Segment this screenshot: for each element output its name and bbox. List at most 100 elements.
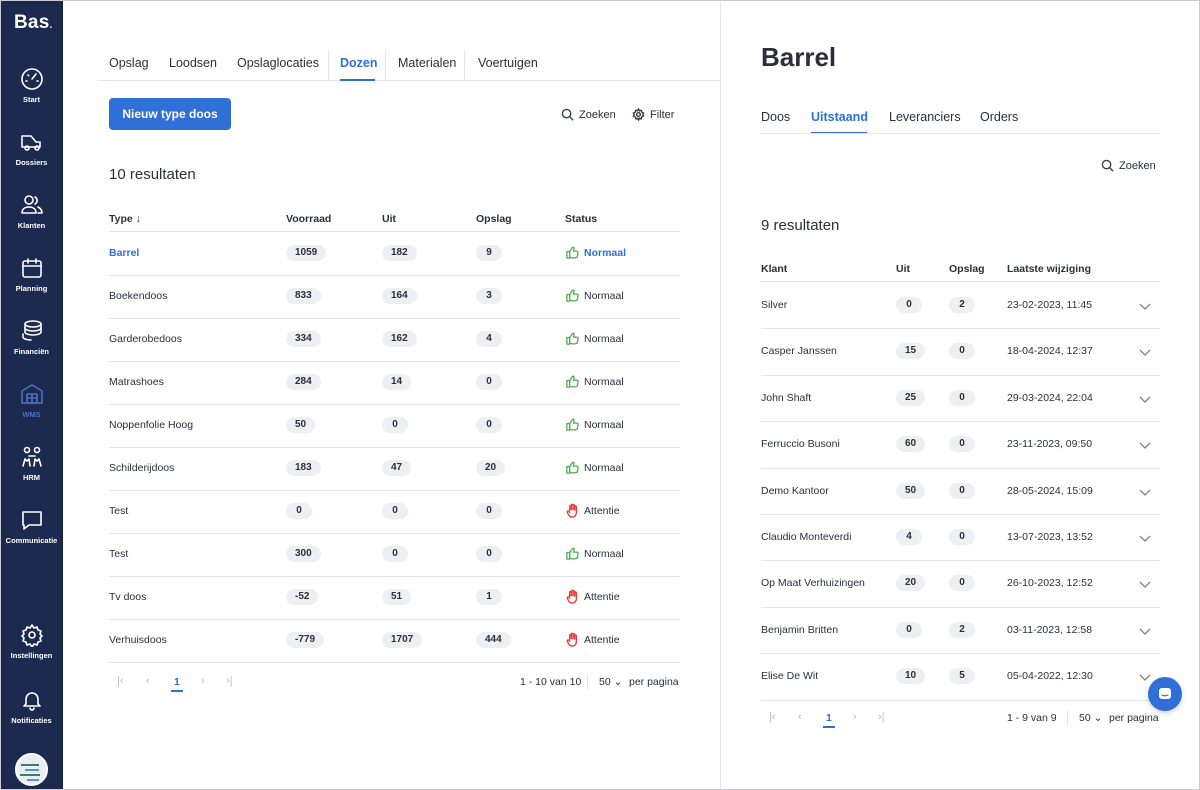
search-label: Zoeken: [579, 108, 616, 121]
type-cell[interactable]: Garderobedoos: [109, 333, 182, 345]
chevron-down-icon[interactable]: [1138, 438, 1152, 452]
sidebar: Bas. Start Dossiers Klanten Planning Fin…: [0, 0, 63, 790]
type-cell[interactable]: Matrashoes: [109, 376, 164, 388]
last-modified-cell: 23-02-2023, 11:45: [1007, 299, 1093, 311]
status-badge: Normaal: [565, 546, 624, 561]
column-header-voorraad[interactable]: Voorraad: [286, 213, 331, 225]
tab-dozen[interactable]: Dozen: [340, 56, 378, 70]
page-number[interactable]: 1: [826, 712, 832, 724]
chat-icon: [1159, 688, 1171, 699]
type-cell[interactable]: Verhuisdoos: [109, 634, 167, 646]
opslag-badge: 0: [476, 417, 502, 433]
sidebar-item-label: Financiën: [13, 347, 49, 356]
opslag-badge: 0: [949, 343, 975, 359]
tab-uitstaand[interactable]: Uitstaand: [811, 110, 868, 124]
chevron-down-icon[interactable]: [1138, 670, 1152, 684]
column-header-type[interactable]: Type ↓: [109, 213, 141, 225]
filter-button[interactable]: Filter: [632, 108, 674, 121]
tab-opslaglocaties[interactable]: Opslaglocaties: [237, 56, 319, 70]
type-cell[interactable]: Boekendoos: [109, 290, 167, 302]
tab-leveranciers[interactable]: Leveranciers: [889, 110, 961, 124]
tabs-divider: [761, 133, 1160, 134]
row-divider: [761, 468, 1160, 469]
panel-divider: [720, 0, 721, 790]
chevron-down-icon[interactable]: [1138, 392, 1152, 406]
tab-divider: [385, 50, 386, 81]
per-page-select[interactable]: 50 ⌄: [599, 676, 622, 688]
column-header-opslag[interactable]: Opslag: [476, 213, 512, 225]
detail-title: Barrel: [761, 42, 837, 72]
prev-page-icon[interactable]: ‹: [146, 675, 150, 687]
type-cell[interactable]: Tv doos: [109, 591, 146, 603]
sort-arrow-icon: ↓: [135, 213, 141, 225]
sidebar-item-label: Notificaties: [11, 716, 52, 725]
voorraad-badge: 334: [286, 331, 321, 347]
type-cell[interactable]: Noppenfolie Hoog: [109, 419, 193, 431]
first-page-icon[interactable]: |‹: [769, 711, 776, 723]
tab-divider: [464, 50, 465, 81]
sidebar-item-planning[interactable]: Planning: [0, 256, 63, 312]
tab-loodsen[interactable]: Loodsen: [169, 56, 217, 70]
sidebar-item-instellingen[interactable]: Instellingen: [0, 623, 63, 679]
chevron-down-icon[interactable]: [1138, 299, 1152, 313]
status-badge: Attentie: [565, 632, 620, 647]
sidebar-item-communicatie[interactable]: Communicatie: [0, 508, 63, 564]
sidebar-item-notificaties[interactable]: Notificaties: [0, 688, 63, 744]
column-header-status[interactable]: Status: [565, 213, 597, 225]
next-page-icon[interactable]: ›: [853, 711, 857, 723]
chevron-down-icon[interactable]: [1138, 531, 1152, 545]
last-page-icon[interactable]: ›|: [878, 711, 885, 723]
uit-badge: 0: [382, 503, 408, 519]
search-button[interactable]: Zoeken: [1101, 159, 1156, 172]
sidebar-item-start[interactable]: Start: [0, 67, 63, 123]
row-divider: [109, 318, 680, 319]
column-header-laatste-wijziging[interactable]: Laatste wijziging: [1007, 263, 1091, 275]
uit-badge: 182: [382, 245, 417, 261]
pager-divider: [1067, 710, 1068, 726]
per-page-select[interactable]: 50 ⌄: [1079, 712, 1102, 724]
next-page-icon[interactable]: ›: [201, 675, 205, 687]
sidebar-item-klanten[interactable]: Klanten: [0, 193, 63, 249]
sidebar-item-financien[interactable]: Financiën: [0, 319, 63, 375]
prev-page-icon[interactable]: ‹: [798, 711, 802, 723]
avatar[interactable]: [15, 753, 48, 786]
row-divider: [761, 653, 1160, 654]
tab-voertuigen[interactable]: Voertuigen: [478, 56, 538, 70]
column-header-klant[interactable]: Klant: [761, 263, 787, 275]
chevron-down-icon[interactable]: [1138, 624, 1152, 638]
tab-materialen[interactable]: Materialen: [398, 56, 456, 70]
type-cell[interactable]: Test: [109, 548, 128, 560]
tab-orders[interactable]: Orders: [980, 110, 1018, 124]
sidebar-item-wms[interactable]: WMS: [0, 382, 63, 438]
support-chat-button[interactable]: [1148, 677, 1182, 711]
tab-opslag[interactable]: Opslag: [109, 56, 149, 70]
search-button[interactable]: Zoeken: [561, 108, 616, 121]
type-cell[interactable]: Barrel: [109, 247, 139, 259]
first-page-icon[interactable]: |‹: [117, 675, 124, 687]
column-header-opslag[interactable]: Opslag: [949, 263, 985, 275]
opslag-badge: 20: [476, 460, 506, 476]
voorraad-badge: 284: [286, 374, 321, 390]
column-header-uit[interactable]: Uit: [382, 213, 396, 225]
page-number[interactable]: 1: [174, 676, 180, 688]
sidebar-item-dossiers[interactable]: Dossiers: [0, 130, 63, 186]
app-logo[interactable]: Bas.: [14, 12, 52, 34]
sidebar-item-hrm[interactable]: HRM: [0, 445, 63, 501]
chevron-down-icon[interactable]: [1138, 577, 1152, 591]
type-cell[interactable]: Schilderijdoos: [109, 462, 174, 474]
chevron-down-icon[interactable]: [1138, 485, 1152, 499]
tab-doos[interactable]: Doos: [761, 110, 790, 124]
klant-cell: Benjamin Britten: [761, 624, 839, 636]
uit-badge: 15: [896, 343, 926, 359]
uit-badge: 4: [896, 529, 922, 545]
opslag-badge: 3: [476, 288, 502, 304]
last-page-icon[interactable]: ›|: [226, 675, 233, 687]
status-label: Normaal: [584, 246, 627, 259]
new-box-type-button[interactable]: Nieuw type doos: [109, 98, 231, 130]
chevron-down-icon[interactable]: [1138, 345, 1152, 359]
column-header-uit[interactable]: Uit: [896, 263, 910, 275]
uit-badge: 0: [896, 297, 922, 313]
type-cell[interactable]: Test: [109, 505, 128, 517]
warehouse-icon: [20, 384, 43, 404]
uit-badge: 10: [896, 668, 926, 684]
